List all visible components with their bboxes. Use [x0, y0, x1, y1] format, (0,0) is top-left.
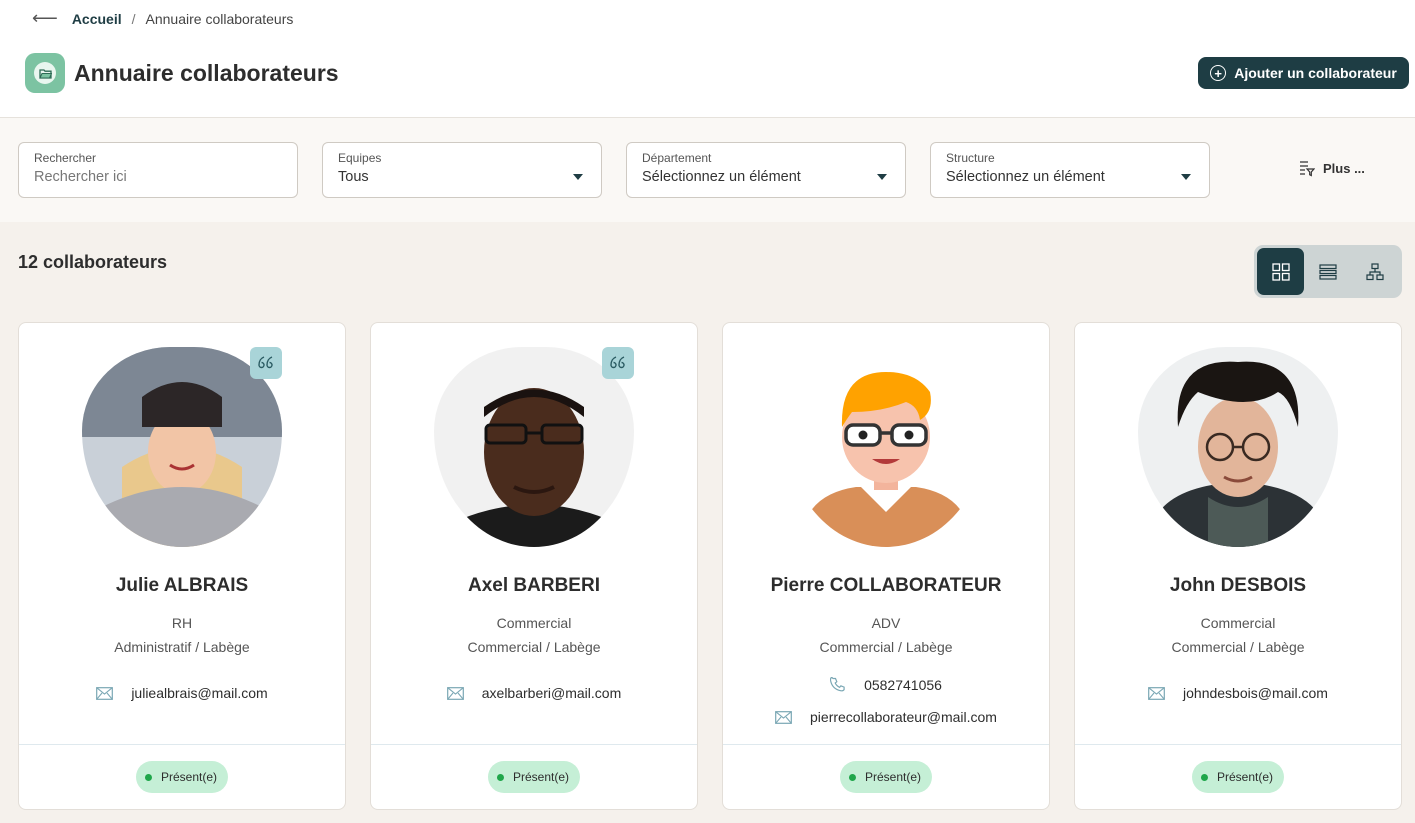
structure-label: Structure	[946, 151, 995, 165]
avatar	[786, 347, 986, 547]
department-select[interactable]: Département Sélectionnez un élément	[626, 142, 906, 198]
email-text: juliealbrais@mail.com	[131, 685, 268, 701]
email-text: axelbarberi@mail.com	[481, 685, 622, 701]
collaborator-card[interactable]: Axel BARBERI Commercial Commercial / Lab…	[370, 322, 698, 810]
org-chart-icon	[1366, 262, 1384, 280]
employee-email[interactable]: pierrecollaborateur@mail.com	[723, 709, 1049, 725]
teams-value: Tous	[338, 169, 369, 185]
structure-select[interactable]: Structure Sélectionnez un élément	[930, 142, 1210, 198]
email-text: pierrecollaborateur@mail.com	[810, 709, 997, 725]
quote-icon[interactable]	[602, 347, 634, 379]
employee-email[interactable]: johndesbois@mail.com	[1075, 685, 1401, 701]
add-collaborator-button[interactable]: + Ajouter un collaborateur	[1198, 57, 1409, 89]
status-text: Présent(e)	[1216, 770, 1274, 784]
org-chart-view-button[interactable]	[1352, 248, 1399, 295]
status-badge: Présent(e)	[487, 761, 581, 793]
quote-icon[interactable]	[250, 347, 282, 379]
employee-name: Axel BARBERI	[468, 575, 600, 596]
employee-department: Commercial / Labège	[1171, 639, 1305, 655]
employee-name: Julie ALBRAIS	[115, 575, 249, 596]
employee-name: John DESBOIS	[1169, 575, 1307, 596]
status-badge: Présent(e)	[135, 761, 229, 793]
envelope-icon	[446, 686, 464, 700]
caret-down-icon	[1181, 174, 1191, 180]
page-header: Annuaire collaborateurs	[25, 53, 339, 93]
status-text: Présent(e)	[512, 770, 570, 784]
top-bar: ⟵ Accueil / Annuaire collaborateurs Annu…	[0, 0, 1415, 118]
employee-email[interactable]: axelbarberi@mail.com	[371, 685, 697, 701]
teams-select[interactable]: Equipes Tous	[322, 142, 602, 198]
breadcrumb: ⟵ Accueil / Annuaire collaborateurs	[32, 8, 293, 29]
status-text: Présent(e)	[160, 770, 218, 784]
collaborator-card[interactable]: Pierre COLLABORATEUR ADV Commercial / La…	[722, 322, 1050, 810]
status-dot-icon	[144, 773, 152, 781]
status-dot-icon	[496, 773, 504, 781]
list-view-button[interactable]	[1304, 248, 1351, 295]
card-divider	[723, 744, 1049, 745]
breadcrumb-current: Annuaire collaborateurs	[145, 10, 294, 27]
grid-icon	[1272, 262, 1290, 281]
employee-role: Commercial	[496, 615, 572, 631]
caret-down-icon	[877, 174, 887, 180]
collaborator-card[interactable]: John DESBOIS Commercial Commercial / Lab…	[1074, 322, 1402, 810]
folder-app-icon	[25, 53, 65, 93]
more-filters-button[interactable]: Plus ...	[1298, 160, 1365, 177]
caret-down-icon	[573, 174, 583, 180]
breadcrumb-home-link[interactable]: Accueil	[72, 11, 122, 27]
employee-department: Administratif / Labège	[114, 639, 250, 655]
employee-name: Pierre COLLABORATEUR	[770, 575, 1002, 596]
avatar	[1138, 347, 1338, 547]
more-filters-label: Plus ...	[1323, 161, 1365, 176]
structure-value: Sélectionnez un élément	[946, 169, 1105, 185]
card-divider	[371, 744, 697, 745]
department-value: Sélectionnez un élément	[642, 169, 801, 185]
search-input[interactable]	[34, 169, 274, 185]
envelope-icon	[96, 686, 114, 700]
phone-icon	[830, 677, 845, 692]
employee-role: RH	[171, 615, 193, 631]
employee-department: Commercial / Labège	[467, 639, 601, 655]
envelope-icon	[1148, 686, 1165, 700]
status-dot-icon	[1200, 773, 1208, 781]
employee-department: Commercial / Labège	[819, 639, 953, 655]
card-divider	[19, 744, 345, 745]
grid-view-button[interactable]	[1257, 248, 1305, 295]
search-label: Rechercher	[34, 151, 97, 165]
department-label: Département	[642, 151, 712, 165]
add-collaborator-label: Ajouter un collaborateur	[1234, 65, 1397, 81]
envelope-icon	[775, 710, 792, 724]
breadcrumb-separator: /	[131, 10, 136, 27]
plus-circle-icon: +	[1210, 65, 1227, 81]
employee-role: ADV	[871, 615, 901, 631]
status-dot-icon	[848, 773, 856, 781]
status-text: Présent(e)	[864, 770, 922, 784]
status-badge: Présent(e)	[1191, 761, 1285, 793]
filter-list-icon	[1300, 161, 1315, 177]
employee-email[interactable]: juliealbrais@mail.com	[19, 685, 345, 701]
status-badge: Présent(e)	[839, 761, 933, 793]
employee-phone[interactable]: 0582741056	[723, 677, 1049, 693]
employee-role: Commercial	[1200, 615, 1276, 631]
collaborator-card[interactable]: Julie ALBRAIS RH Administratif / Labège …	[18, 322, 346, 810]
teams-label: Equipes	[338, 151, 382, 165]
back-arrow-icon[interactable]: ⟵	[32, 8, 58, 29]
page-title: Annuaire collaborateurs	[74, 59, 339, 86]
filter-bar: Rechercher Equipes Tous Département Séle…	[0, 118, 1415, 222]
collaborator-count: 12 collaborateurs	[18, 252, 168, 272]
email-text: johndesbois@mail.com	[1183, 685, 1328, 701]
card-divider	[1075, 744, 1401, 745]
phone-text: 0582741056	[864, 677, 942, 693]
list-icon	[1319, 263, 1337, 280]
search-field[interactable]: Rechercher	[18, 142, 298, 198]
view-switcher	[1254, 245, 1402, 298]
